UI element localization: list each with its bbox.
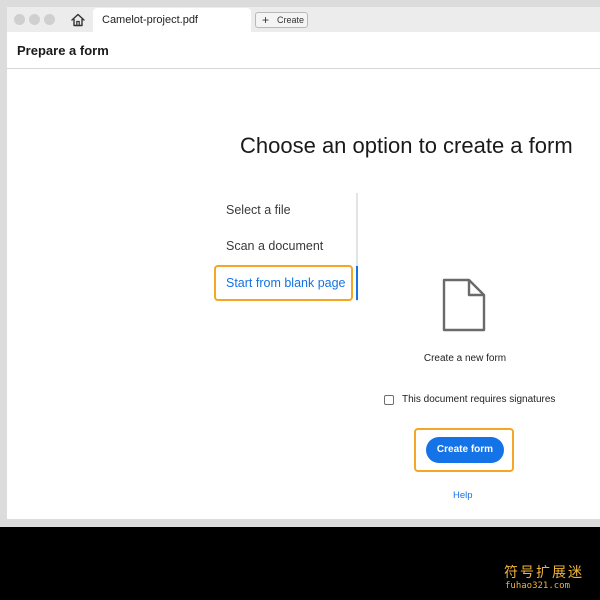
page-header: Prepare a form <box>7 32 600 69</box>
tab-bar: Camelot-project.pdf + Create <box>7 7 600 32</box>
plus-icon: + <box>262 13 270 27</box>
window-maximize-control[interactable] <box>44 14 55 25</box>
new-form-caption: Create a new form <box>423 353 507 364</box>
window-minimize-control[interactable] <box>29 14 40 25</box>
app-window: Camelot-project.pdf + Create Prepare a f… <box>7 7 600 519</box>
page-title: Prepare a form <box>17 43 109 58</box>
window-close-control[interactable] <box>14 14 25 25</box>
option-scan-document[interactable]: Scan a document <box>226 239 323 253</box>
create-tab-label: Create <box>277 15 305 25</box>
window-frame: Camelot-project.pdf + Create Prepare a f… <box>0 0 600 527</box>
signatures-checkbox-label[interactable]: This document requires signatures <box>402 394 555 405</box>
option-select-file[interactable]: Select a file <box>226 203 291 217</box>
blank-document-icon <box>442 278 486 332</box>
create-form-highlight-box <box>414 428 514 472</box>
watermark: 符号扩展迷 fuhao321.com <box>504 562 594 592</box>
document-tab[interactable]: Camelot-project.pdf <box>93 8 251 32</box>
options-active-indicator <box>356 266 358 300</box>
home-icon[interactable] <box>70 12 86 28</box>
signatures-checkbox[interactable] <box>384 395 394 405</box>
watermark-url: fuhao321.com <box>505 581 571 591</box>
watermark-text: 符号扩展迷 <box>504 565 584 581</box>
main-heading: Choose an option to create a form <box>240 133 573 158</box>
create-tab-button[interactable]: + Create <box>255 12 308 28</box>
option-highlight-box <box>214 265 353 301</box>
help-link[interactable]: Help <box>453 490 473 501</box>
document-tab-label: Camelot-project.pdf <box>102 14 198 26</box>
